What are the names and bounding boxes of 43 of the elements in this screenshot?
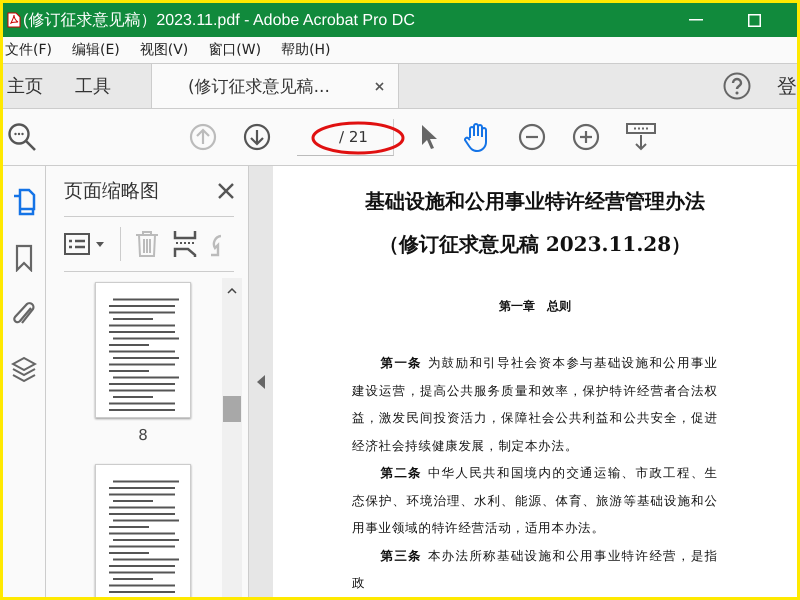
pointer-icon[interactable]: [420, 124, 438, 150]
pages-icon[interactable]: [12, 188, 36, 216]
document-subtitle: （修订征求意见稿 2023.11.28）: [378, 231, 692, 258]
page-count: / 21: [339, 128, 368, 146]
bookmark-icon[interactable]: [15, 244, 33, 272]
menu-item[interactable]: 编辑(E): [70, 41, 132, 59]
tab[interactable]: 工具: [71, 64, 125, 108]
collapse-arrow-icon[interactable]: [257, 374, 265, 388]
tab[interactable]: 主页: [3, 64, 57, 108]
page-thumbnail[interactable]: [95, 282, 191, 418]
tab[interactable]: (修订征求意见稿...: [151, 64, 399, 108]
arrow-down-icon[interactable]: [243, 123, 271, 151]
page-number-label: 8: [138, 426, 148, 444]
page-number-field[interactable]: / 21: [297, 118, 394, 156]
maximize-icon[interactable]: [748, 14, 761, 26]
article-paragraph: 第三条 本办法所称基础设施和公用事业特许经营，是指政: [352, 546, 718, 592]
scrollbar-thumb[interactable]: [223, 396, 241, 422]
menu-item[interactable]: 视图(V): [138, 41, 200, 59]
thumbnail-options-icon[interactable]: [64, 232, 106, 256]
page-thumbnail[interactable]: [95, 464, 191, 597]
insert-page-icon[interactable]: [173, 230, 197, 258]
article-paragraph: 第一条 为鼓励和引导社会资本参与基础设施和公用事业建设运营，提高公共服务质量和效率，保护特许经营者合法权益，激发民间投资活力，保障社会公共利益和公共安全，促进经济社会持续健康发展，制定本办法。: [352, 354, 718, 454]
close-icon[interactable]: [218, 183, 234, 199]
keyboard-download-icon[interactable]: [626, 123, 656, 151]
pdf-file-icon: [7, 12, 21, 28]
document-title: 基础设施和公用事业特许经营管理办法: [365, 188, 705, 215]
article-paragraph: 第二条 中华人民共和国境内的交通运输、市政工程、生态保护、环境治理、水利、能源、体育、旅游等基础设施和公用事业领域的特许经营活动，适用本办法。: [352, 464, 718, 537]
scroll-up-icon[interactable]: [227, 288, 237, 294]
help-icon[interactable]: [723, 72, 751, 100]
close-icon[interactable]: [375, 82, 384, 90]
menu-item[interactable]: 帮助(H): [279, 41, 343, 59]
chapter-heading: 第一章 总则: [499, 298, 571, 315]
menu-item[interactable]: 文件(F): [3, 41, 64, 59]
sign-in-link[interactable]: 登: [777, 72, 797, 100]
zoom-out-icon[interactable]: [518, 123, 546, 151]
minimize-icon[interactable]: [689, 19, 703, 21]
window-title: (修订征求意见稿）2023.11.pdf - Adobe Acrobat Pro DC: [23, 10, 415, 30]
panel-title: 页面缩略图: [64, 179, 159, 204]
scrollbar[interactable]: [222, 278, 242, 597]
layers-icon[interactable]: [11, 356, 37, 384]
zoom-in-icon[interactable]: [572, 123, 600, 151]
menu-item[interactable]: 窗口(W): [206, 41, 274, 59]
zoom-search-icon[interactable]: [7, 122, 37, 152]
